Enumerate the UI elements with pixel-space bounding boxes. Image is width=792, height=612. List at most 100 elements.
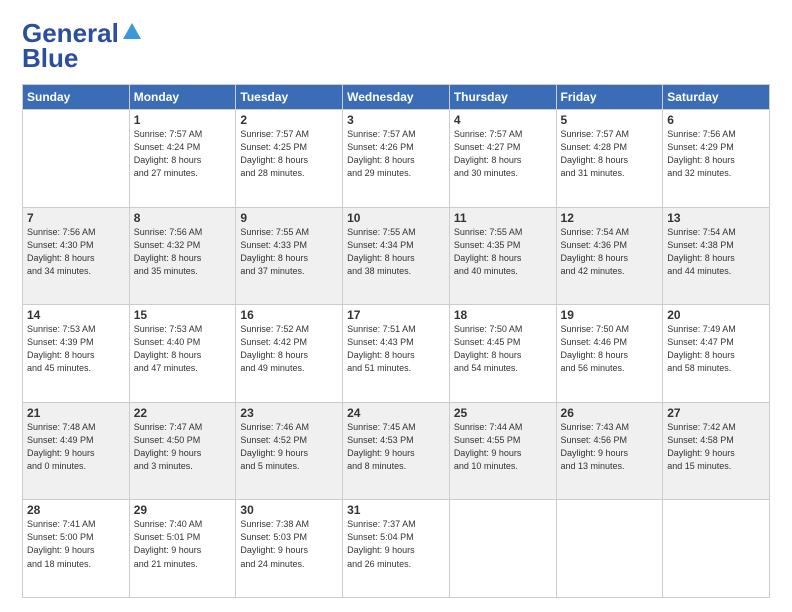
- weekday-header-friday: Friday: [556, 85, 663, 110]
- calendar-week-row: 21Sunrise: 7:48 AMSunset: 4:49 PMDayligh…: [23, 402, 770, 500]
- day-info: Sunrise: 7:55 AMSunset: 4:33 PMDaylight:…: [240, 226, 338, 278]
- day-info: Sunrise: 7:50 AMSunset: 4:46 PMDaylight:…: [561, 323, 659, 375]
- weekday-header-wednesday: Wednesday: [343, 85, 450, 110]
- logo-icon: [121, 21, 143, 43]
- day-number: 30: [240, 503, 338, 517]
- calendar-cell: 13Sunrise: 7:54 AMSunset: 4:38 PMDayligh…: [663, 207, 770, 305]
- day-number: 8: [134, 211, 232, 225]
- day-info: Sunrise: 7:49 AMSunset: 4:47 PMDaylight:…: [667, 323, 765, 375]
- weekday-header-thursday: Thursday: [449, 85, 556, 110]
- calendar-cell: 23Sunrise: 7:46 AMSunset: 4:52 PMDayligh…: [236, 402, 343, 500]
- day-info: Sunrise: 7:43 AMSunset: 4:56 PMDaylight:…: [561, 421, 659, 473]
- day-info: Sunrise: 7:40 AMSunset: 5:01 PMDaylight:…: [134, 518, 232, 570]
- calendar-cell: 18Sunrise: 7:50 AMSunset: 4:45 PMDayligh…: [449, 305, 556, 403]
- calendar-cell: 7Sunrise: 7:56 AMSunset: 4:30 PMDaylight…: [23, 207, 130, 305]
- calendar-cell: 4Sunrise: 7:57 AMSunset: 4:27 PMDaylight…: [449, 110, 556, 208]
- day-number: 26: [561, 406, 659, 420]
- calendar-cell: 28Sunrise: 7:41 AMSunset: 5:00 PMDayligh…: [23, 500, 130, 598]
- day-number: 13: [667, 211, 765, 225]
- day-number: 18: [454, 308, 552, 322]
- day-info: Sunrise: 7:44 AMSunset: 4:55 PMDaylight:…: [454, 421, 552, 473]
- logo-blue: Blue: [22, 43, 78, 74]
- day-info: Sunrise: 7:55 AMSunset: 4:35 PMDaylight:…: [454, 226, 552, 278]
- day-number: 27: [667, 406, 765, 420]
- day-number: 14: [27, 308, 125, 322]
- day-number: 19: [561, 308, 659, 322]
- weekday-header-saturday: Saturday: [663, 85, 770, 110]
- calendar-cell: 10Sunrise: 7:55 AMSunset: 4:34 PMDayligh…: [343, 207, 450, 305]
- day-number: 21: [27, 406, 125, 420]
- calendar-cell: 9Sunrise: 7:55 AMSunset: 4:33 PMDaylight…: [236, 207, 343, 305]
- calendar-cell: 14Sunrise: 7:53 AMSunset: 4:39 PMDayligh…: [23, 305, 130, 403]
- calendar-week-row: 7Sunrise: 7:56 AMSunset: 4:30 PMDaylight…: [23, 207, 770, 305]
- day-number: 10: [347, 211, 445, 225]
- calendar-cell: 25Sunrise: 7:44 AMSunset: 4:55 PMDayligh…: [449, 402, 556, 500]
- day-number: 16: [240, 308, 338, 322]
- day-number: 1: [134, 113, 232, 127]
- day-number: 31: [347, 503, 445, 517]
- weekday-header-sunday: Sunday: [23, 85, 130, 110]
- day-number: 12: [561, 211, 659, 225]
- day-info: Sunrise: 7:52 AMSunset: 4:42 PMDaylight:…: [240, 323, 338, 375]
- calendar-cell: 16Sunrise: 7:52 AMSunset: 4:42 PMDayligh…: [236, 305, 343, 403]
- day-info: Sunrise: 7:56 AMSunset: 4:32 PMDaylight:…: [134, 226, 232, 278]
- calendar-cell: 5Sunrise: 7:57 AMSunset: 4:28 PMDaylight…: [556, 110, 663, 208]
- calendar-cell: 31Sunrise: 7:37 AMSunset: 5:04 PMDayligh…: [343, 500, 450, 598]
- calendar-cell: 6Sunrise: 7:56 AMSunset: 4:29 PMDaylight…: [663, 110, 770, 208]
- day-info: Sunrise: 7:55 AMSunset: 4:34 PMDaylight:…: [347, 226, 445, 278]
- day-number: 9: [240, 211, 338, 225]
- calendar-cell: 26Sunrise: 7:43 AMSunset: 4:56 PMDayligh…: [556, 402, 663, 500]
- calendar-cell: 8Sunrise: 7:56 AMSunset: 4:32 PMDaylight…: [129, 207, 236, 305]
- calendar-cell: 24Sunrise: 7:45 AMSunset: 4:53 PMDayligh…: [343, 402, 450, 500]
- day-number: 15: [134, 308, 232, 322]
- day-info: Sunrise: 7:45 AMSunset: 4:53 PMDaylight:…: [347, 421, 445, 473]
- day-info: Sunrise: 7:37 AMSunset: 5:04 PMDaylight:…: [347, 518, 445, 570]
- calendar-cell: 27Sunrise: 7:42 AMSunset: 4:58 PMDayligh…: [663, 402, 770, 500]
- header: General Blue: [22, 18, 770, 74]
- day-info: Sunrise: 7:54 AMSunset: 4:36 PMDaylight:…: [561, 226, 659, 278]
- day-number: 6: [667, 113, 765, 127]
- day-number: 23: [240, 406, 338, 420]
- day-info: Sunrise: 7:50 AMSunset: 4:45 PMDaylight:…: [454, 323, 552, 375]
- calendar-cell: 22Sunrise: 7:47 AMSunset: 4:50 PMDayligh…: [129, 402, 236, 500]
- weekday-header-row: SundayMondayTuesdayWednesdayThursdayFrid…: [23, 85, 770, 110]
- day-info: Sunrise: 7:56 AMSunset: 4:30 PMDaylight:…: [27, 226, 125, 278]
- day-number: 11: [454, 211, 552, 225]
- day-number: 25: [454, 406, 552, 420]
- calendar-cell: 29Sunrise: 7:40 AMSunset: 5:01 PMDayligh…: [129, 500, 236, 598]
- day-info: Sunrise: 7:53 AMSunset: 4:39 PMDaylight:…: [27, 323, 125, 375]
- day-info: Sunrise: 7:48 AMSunset: 4:49 PMDaylight:…: [27, 421, 125, 473]
- calendar-cell: 3Sunrise: 7:57 AMSunset: 4:26 PMDaylight…: [343, 110, 450, 208]
- calendar-cell: 15Sunrise: 7:53 AMSunset: 4:40 PMDayligh…: [129, 305, 236, 403]
- calendar-cell: 11Sunrise: 7:55 AMSunset: 4:35 PMDayligh…: [449, 207, 556, 305]
- calendar-cell: 20Sunrise: 7:49 AMSunset: 4:47 PMDayligh…: [663, 305, 770, 403]
- calendar-cell: [23, 110, 130, 208]
- day-info: Sunrise: 7:42 AMSunset: 4:58 PMDaylight:…: [667, 421, 765, 473]
- day-number: 20: [667, 308, 765, 322]
- day-info: Sunrise: 7:53 AMSunset: 4:40 PMDaylight:…: [134, 323, 232, 375]
- calendar-week-row: 1Sunrise: 7:57 AMSunset: 4:24 PMDaylight…: [23, 110, 770, 208]
- calendar-cell: [556, 500, 663, 598]
- day-info: Sunrise: 7:57 AMSunset: 4:26 PMDaylight:…: [347, 128, 445, 180]
- day-info: Sunrise: 7:57 AMSunset: 4:24 PMDaylight:…: [134, 128, 232, 180]
- day-info: Sunrise: 7:57 AMSunset: 4:25 PMDaylight:…: [240, 128, 338, 180]
- calendar-cell: 19Sunrise: 7:50 AMSunset: 4:46 PMDayligh…: [556, 305, 663, 403]
- day-number: 24: [347, 406, 445, 420]
- day-info: Sunrise: 7:46 AMSunset: 4:52 PMDaylight:…: [240, 421, 338, 473]
- calendar-cell: 21Sunrise: 7:48 AMSunset: 4:49 PMDayligh…: [23, 402, 130, 500]
- calendar-week-row: 28Sunrise: 7:41 AMSunset: 5:00 PMDayligh…: [23, 500, 770, 598]
- day-info: Sunrise: 7:57 AMSunset: 4:27 PMDaylight:…: [454, 128, 552, 180]
- day-number: 28: [27, 503, 125, 517]
- day-info: Sunrise: 7:56 AMSunset: 4:29 PMDaylight:…: [667, 128, 765, 180]
- day-number: 17: [347, 308, 445, 322]
- day-info: Sunrise: 7:57 AMSunset: 4:28 PMDaylight:…: [561, 128, 659, 180]
- calendar-cell: [449, 500, 556, 598]
- calendar-cell: 1Sunrise: 7:57 AMSunset: 4:24 PMDaylight…: [129, 110, 236, 208]
- day-info: Sunrise: 7:41 AMSunset: 5:00 PMDaylight:…: [27, 518, 125, 570]
- page: General Blue SundayMondayTuesdayWednesda…: [0, 0, 792, 612]
- day-number: 2: [240, 113, 338, 127]
- day-number: 4: [454, 113, 552, 127]
- calendar-table: SundayMondayTuesdayWednesdayThursdayFrid…: [22, 84, 770, 598]
- day-number: 3: [347, 113, 445, 127]
- calendar-cell: 12Sunrise: 7:54 AMSunset: 4:36 PMDayligh…: [556, 207, 663, 305]
